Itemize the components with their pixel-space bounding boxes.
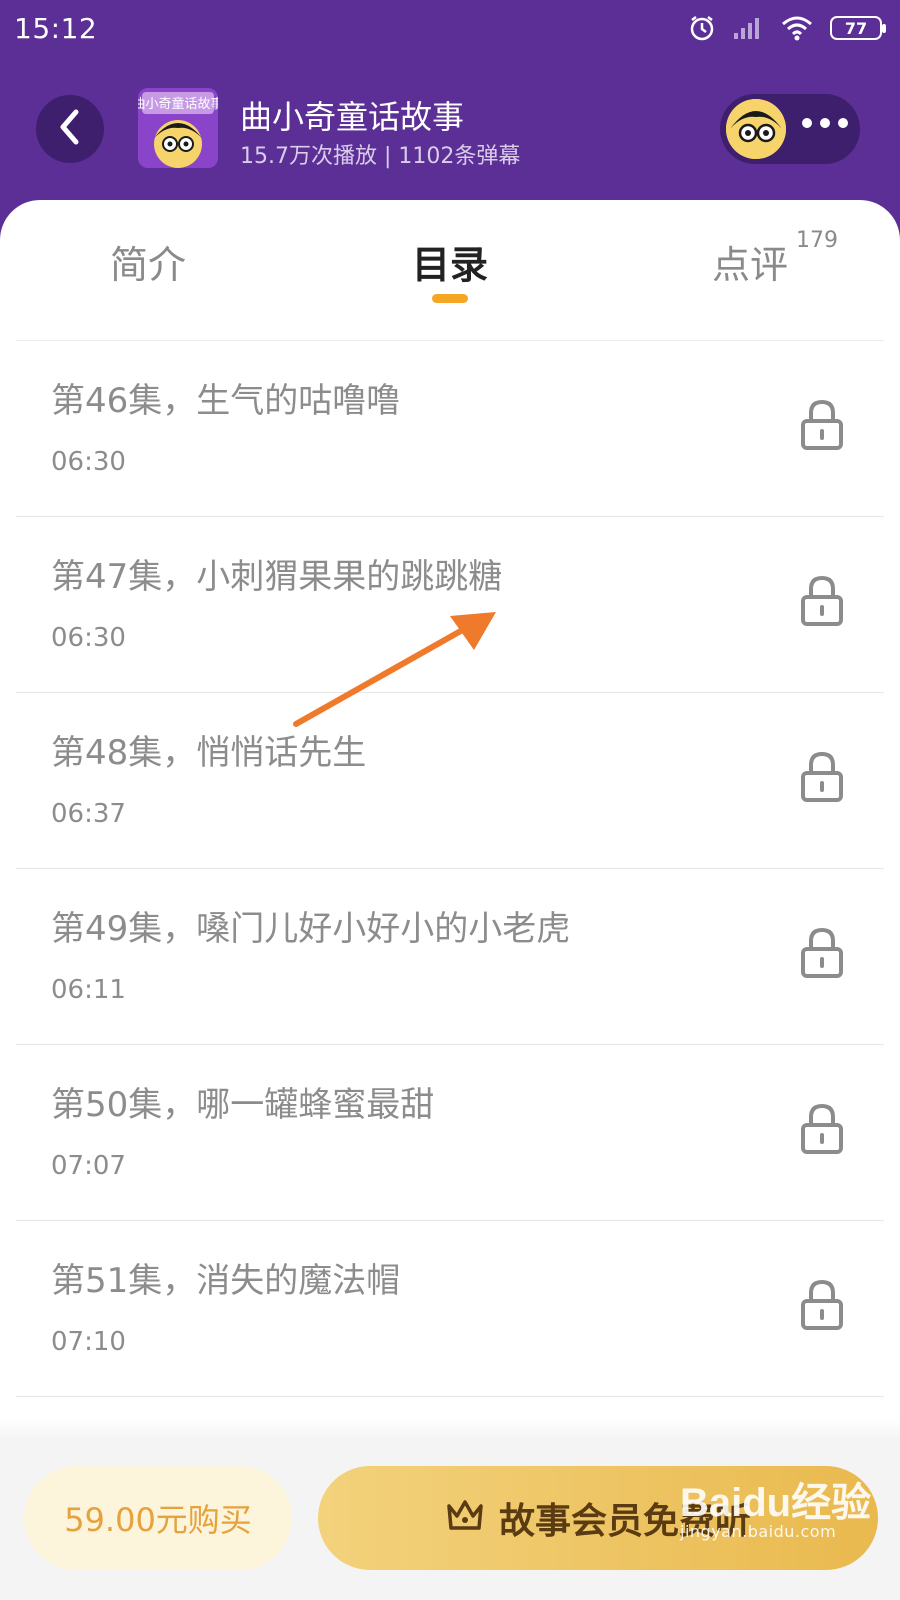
episode-duration: 07:10 [51, 1327, 126, 1357]
episode-title: 第49集，嗓门儿好小好小的小老虎 [51, 909, 571, 949]
lock-icon [800, 927, 844, 983]
wifi-icon [780, 15, 814, 41]
avatar[interactable] [726, 99, 786, 159]
episode-duration: 06:30 [51, 447, 126, 477]
lock-icon [800, 399, 844, 455]
status-bar: 15:12 77 [0, 0, 900, 60]
more-dot-icon [820, 118, 830, 128]
album-stats: 15.7万次播放 | 1102条弹幕 [240, 144, 521, 169]
active-tab-indicator [432, 294, 468, 303]
list-item[interactable]: 第50集，哪一罐蜂蜜最甜 07:07 [16, 1045, 884, 1221]
watermark: Baidu经验 jingyan.baidu.com [680, 1470, 872, 1541]
more-dot-icon [802, 118, 812, 128]
lock-icon [800, 1103, 844, 1159]
list-item[interactable]: 第51集，消失的魔法帽 07:10 [16, 1221, 884, 1397]
tab-review[interactable]: 点评 [712, 234, 788, 289]
more-button[interactable] [802, 118, 848, 128]
status-time: 15:12 [14, 12, 98, 45]
content-card: 简介 目录 点评 179 第46集，生气的咕噜噜 06:30 第47集，小刺猬果… [0, 200, 900, 1600]
buy-button[interactable]: 59.00元购买 [24, 1466, 292, 1570]
list-item[interactable]: 第46集，生气的咕噜噜 06:30 [16, 341, 884, 517]
album-title: 曲小奇童话故事 [240, 98, 465, 136]
chevron-left-icon [56, 107, 84, 151]
annotation-arrow-icon [293, 612, 496, 727]
more-dot-icon [838, 118, 848, 128]
watermark-url: jingyan.baidu.com [680, 1522, 837, 1541]
lock-icon [800, 1279, 844, 1335]
episode-title: 第48集，悄悄话先生 [51, 733, 367, 773]
back-button[interactable] [36, 95, 104, 163]
signal-icon [732, 15, 764, 41]
crown-icon [445, 1496, 485, 1541]
lock-icon [800, 575, 844, 631]
episode-duration: 06:30 [51, 623, 126, 653]
episode-duration: 06:37 [51, 799, 126, 829]
episode-duration: 06:11 [51, 975, 126, 1005]
watermark-logo: Baidu经验 [680, 1481, 872, 1525]
episode-list: 第46集，生气的咕噜噜 06:30 第47集，小刺猬果果的跳跳糖 06:30 第… [16, 341, 884, 1397]
episode-title: 第46集，生气的咕噜噜 [51, 381, 401, 421]
album-cover[interactable]: 曲小奇童话故事 [138, 88, 218, 168]
alarm-icon [688, 14, 716, 42]
cover-text: 曲小奇童话故事 [138, 96, 218, 112]
tab-catalog[interactable]: 目录 [412, 234, 488, 289]
review-count-badge: 179 [796, 228, 838, 253]
bottom-fade [0, 1420, 900, 1440]
tab-intro[interactable]: 简介 [110, 234, 186, 289]
battery-icon: 77 [830, 16, 886, 40]
list-item[interactable]: 第49集，嗓门儿好小好小的小老虎 06:11 [16, 869, 884, 1045]
header-capsule [720, 94, 860, 164]
tab-bar: 简介 目录 点评 179 [0, 200, 900, 341]
episode-title: 第50集，哪一罐蜂蜜最甜 [51, 1085, 435, 1125]
episode-title: 第47集，小刺猬果果的跳跳糖 [51, 557, 503, 597]
lock-icon [800, 751, 844, 807]
album-cover-image: 曲小奇童话故事 [138, 88, 218, 168]
status-icons: 77 [688, 14, 886, 42]
episode-duration: 07:07 [51, 1151, 126, 1181]
episode-title: 第51集，消失的魔法帽 [51, 1261, 401, 1301]
